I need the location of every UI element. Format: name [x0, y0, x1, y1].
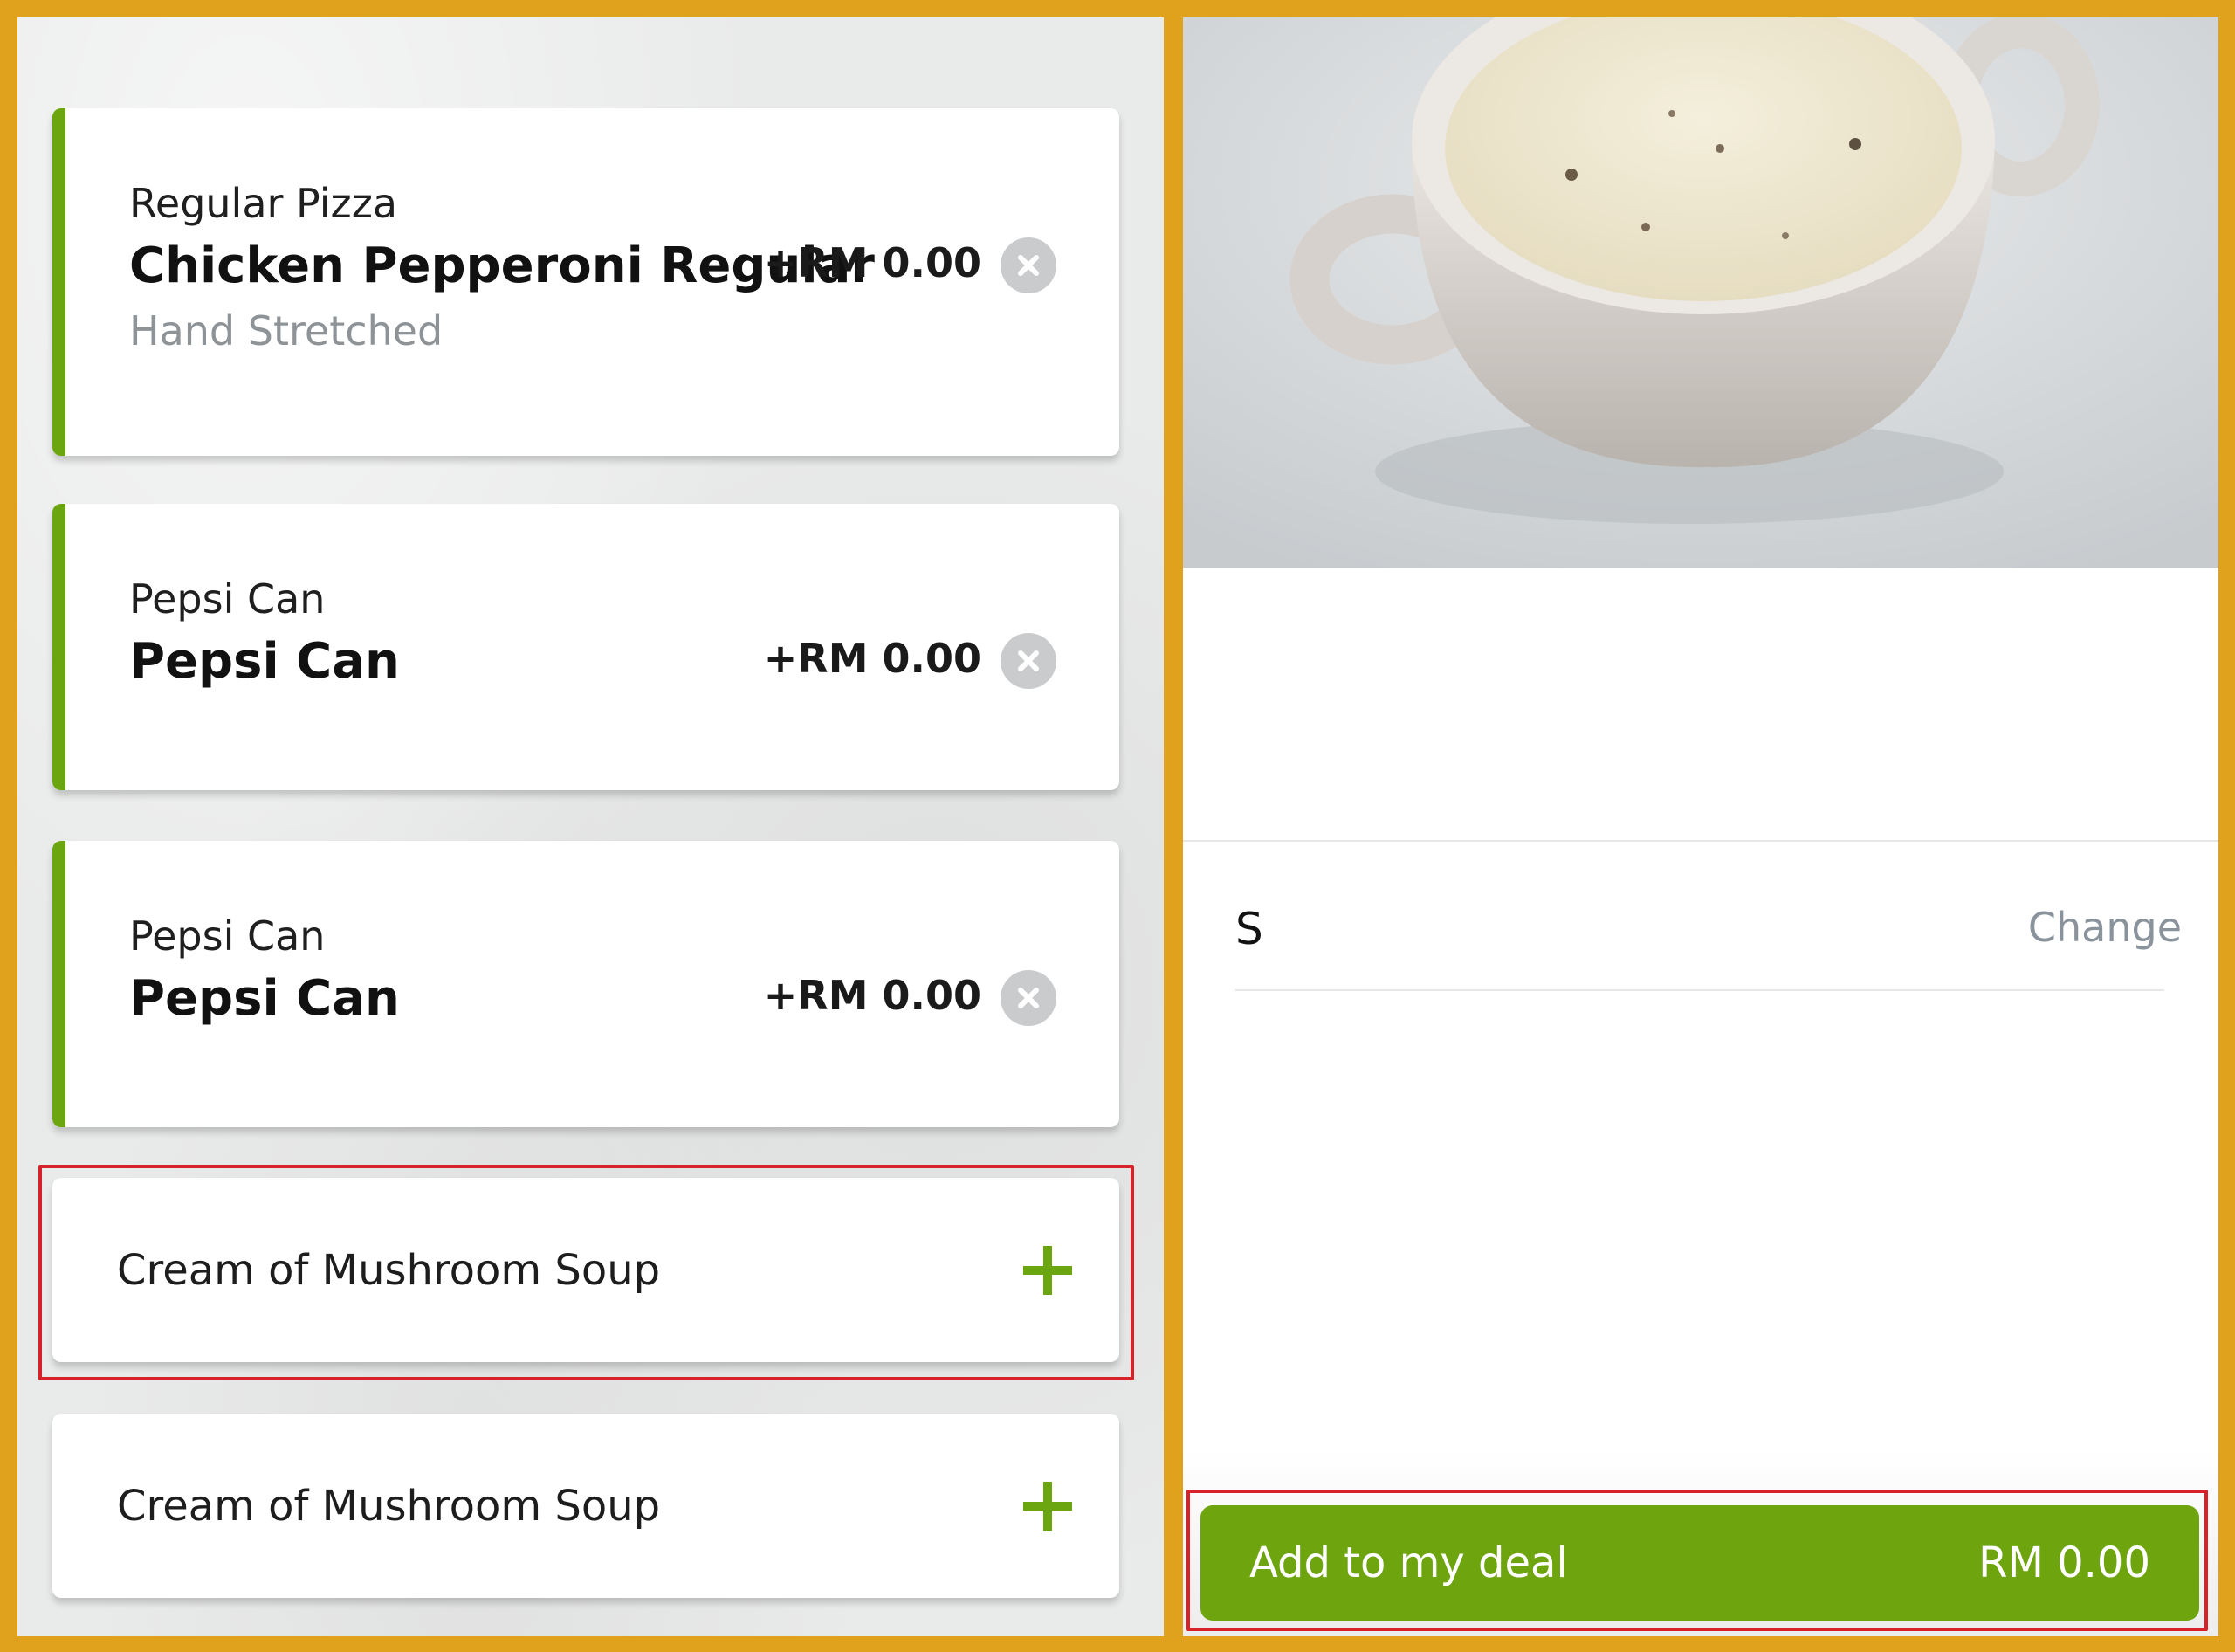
item-price: +RM 0.00	[763, 239, 981, 286]
plus-icon[interactable]	[1020, 1478, 1076, 1534]
option-label: Cream of Mushroom Soup	[117, 1481, 661, 1531]
close-circle-icon	[1018, 255, 1039, 276]
item-name: Pepsi Can	[129, 633, 400, 690]
item-category: Regular Pizza	[129, 180, 398, 227]
divider	[1183, 840, 2218, 842]
add-option-card[interactable]: Cream of Mushroom Soup	[52, 1414, 1119, 1598]
divider	[1235, 989, 2164, 991]
remove-item-button[interactable]	[1001, 237, 1056, 293]
close-circle-icon	[1018, 650, 1039, 671]
item-option: Hand Stretched	[129, 307, 444, 354]
selected-item-card[interactable]: Pepsi Can Pepsi Can +RM 0.00	[52, 841, 1119, 1127]
selected-item-card[interactable]: Pepsi Can Pepsi Can +RM 0.00	[52, 504, 1119, 790]
remove-item-button[interactable]	[1001, 970, 1056, 1026]
deal-items-panel: Regular Pizza Chicken Pepperoni Regular …	[17, 17, 1164, 1636]
item-category: Pepsi Can	[129, 575, 326, 623]
item-price: +RM 0.00	[763, 635, 981, 682]
close-circle-icon	[1018, 988, 1039, 1008]
selected-item-card[interactable]: Regular Pizza Chicken Pepperoni Regular …	[52, 108, 1119, 456]
highlight-box	[38, 1165, 1134, 1380]
highlight-box	[1186, 1490, 2208, 1631]
product-image	[1183, 17, 2218, 568]
remove-item-button[interactable]	[1001, 633, 1056, 689]
selected-size: S	[1235, 904, 1263, 954]
item-detail-panel: S Change Add to my deal RM 0.00	[1183, 17, 2218, 1636]
item-name: Pepsi Can	[129, 970, 400, 1027]
item-category: Pepsi Can	[129, 912, 326, 960]
item-price: +RM 0.00	[763, 972, 981, 1019]
change-size-link[interactable]: Change	[2028, 904, 2182, 951]
